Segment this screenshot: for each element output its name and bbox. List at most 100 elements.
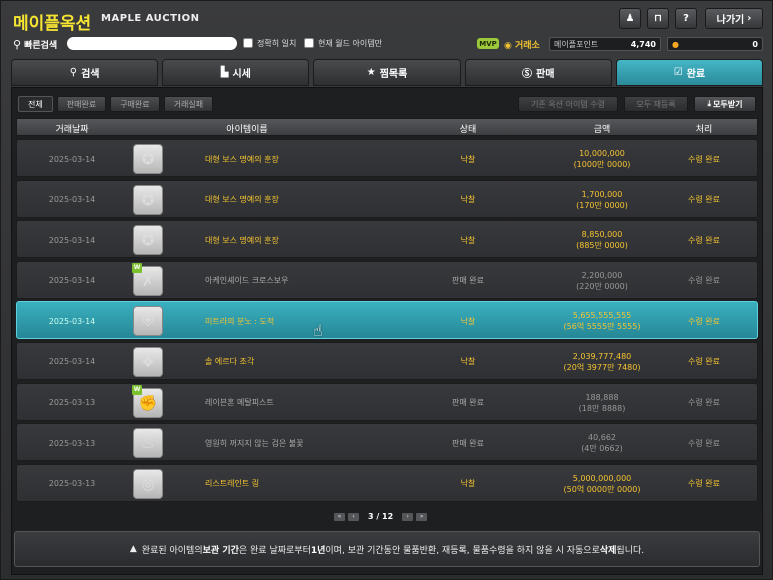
- row-process: 수령 완료: [688, 438, 720, 448]
- table-header: 거래날짜 아이템이름 상태 금액 처리: [16, 118, 758, 136]
- app-title: 메이플옥션: [13, 14, 92, 34]
- quick-search: ⚲ 빠른검색: [13, 37, 57, 51]
- row-process: 수령 완료: [688, 235, 720, 245]
- table-row[interactable]: 2025-03-14 ✪ 대형 보스 명예의 훈장 낙찰 8,850,000 (…: [16, 220, 758, 259]
- action-buttons: 기존 옥션 아이템 수령 모두 재등록 ⤓ 모두받기: [518, 96, 756, 112]
- tab-price[interactable]: ▙ 시세: [162, 59, 310, 86]
- row-item-name: 대형 보스 명예의 훈장: [205, 235, 279, 245]
- row-item-name: 솔 에르다 조각: [205, 357, 255, 367]
- emblem-icon: ⛨: [133, 306, 163, 337]
- search-icon: ⚲: [69, 67, 78, 78]
- question-icon: ?: [683, 13, 689, 24]
- hand-cursor-icon: ☝: [313, 321, 323, 340]
- row-item-name: 영원히 꺼지지 않는 검은 불꽃: [205, 438, 304, 448]
- header-date[interactable]: 거래날짜: [17, 122, 127, 135]
- current-world-label: 현재 월드 아이템만: [318, 39, 382, 48]
- row-date: 2025-03-13: [48, 398, 96, 408]
- row-status: 낙찰: [460, 195, 476, 205]
- w-badge-icon: W: [132, 384, 142, 395]
- mvp-badge: MVP: [477, 38, 499, 49]
- row-date: 2025-03-14: [48, 316, 96, 326]
- pagination: « ‹ 3 / 12 › »: [334, 512, 428, 521]
- row-item-name: 미트라의 분노 : 도적: [205, 316, 275, 326]
- main-tabs: ⚲ 검색 ▙ 시세 ★ 찜목록 Ⓢ 판매 ☑ 완료: [11, 59, 764, 86]
- row-item-name: 레이븐혼 메탈피스트: [205, 398, 274, 408]
- exact-match-checkbox[interactable]: [243, 38, 253, 48]
- tab-sell[interactable]: Ⓢ 판매: [464, 59, 612, 86]
- header-process[interactable]: 처리: [649, 122, 759, 135]
- row-status: 낙찰: [460, 235, 476, 245]
- page-indicator: 3 / 12: [368, 512, 394, 521]
- last-page-button[interactable]: »: [416, 512, 428, 521]
- warning-icon: ▲: [129, 544, 137, 554]
- next-page-button[interactable]: ›: [402, 512, 414, 521]
- medal-icon: ✪: [133, 225, 163, 256]
- row-status: 낙찰: [460, 316, 476, 326]
- tab-search[interactable]: ⚲ 검색: [11, 59, 159, 86]
- row-status: 판매 완료: [452, 276, 484, 286]
- table-row[interactable]: 2025-03-14 ✪ 대형 보스 명예의 훈장 낙찰 1,700,000 (…: [16, 179, 758, 218]
- filter-sold[interactable]: 판매완료: [56, 96, 107, 112]
- filter-all[interactable]: 전체: [18, 96, 53, 112]
- medal-icon: ✪: [133, 184, 163, 215]
- base-option-button[interactable]: 기존 옥션 아이템 수령: [518, 96, 618, 112]
- filter-bought[interactable]: 구매완료: [110, 96, 160, 112]
- meso-icon: ●: [672, 39, 679, 49]
- table-row[interactable]: 2025-03-13 ♨ 영원히 꺼지지 않는 검은 불꽃 판매 완료 40,6…: [16, 423, 758, 462]
- row-process: 수령 완료: [688, 276, 720, 286]
- meso-box: ● 0: [667, 37, 763, 51]
- table-row[interactable]: 2025-03-13 ✊ W 레이븐혼 메탈피스트 판매 완료 188,888 …: [16, 382, 758, 421]
- result-list: 2025-03-14 ✪ 대형 보스 명예의 훈장 낙찰 10,000,000 …: [16, 139, 758, 504]
- row-status: 낙찰: [460, 154, 476, 164]
- row-item-name: 리스트레인트 링: [205, 479, 260, 489]
- table-row[interactable]: 2025-03-14 ⛨ 미트라의 분노 : 도적 낙찰 5,655,555,5…: [16, 301, 758, 340]
- header-item[interactable]: 아이템이름: [167, 122, 327, 135]
- row-item-name: 대형 보스 명예의 훈장: [205, 154, 279, 164]
- completed-panel: 전체 판매완료 구매완료 거래실패 기존 옥션 아이템 수령 모두 재등록 ⤓ …: [11, 87, 763, 575]
- crystal-icon: ❖: [133, 346, 163, 377]
- row-status: 판매 완료: [452, 438, 484, 448]
- filter-failed[interactable]: 거래실패: [163, 96, 214, 112]
- fist-icon: ✊ W: [132, 384, 163, 418]
- tab-wishlist[interactable]: ★ 찜목록: [313, 59, 461, 86]
- receive-all-button[interactable]: ⤓ 모두받기: [694, 96, 756, 112]
- reregister-all-button[interactable]: 모두 재등록: [624, 96, 688, 112]
- header-status[interactable]: 상태: [413, 122, 523, 135]
- chart-icon: ▙: [220, 67, 229, 78]
- search-label: 빠른검색: [24, 40, 58, 51]
- auction-window: 메이플옥션 MAPLE AUCTION ♟ ⊓ ? 나가기 › ⚲ 빠른검색 정…: [0, 0, 773, 580]
- star-icon: ★: [366, 67, 376, 78]
- character-button[interactable]: ♟: [619, 8, 641, 29]
- row-process: 수령 완료: [688, 316, 720, 326]
- ring-icon: ◎: [133, 468, 163, 499]
- storage-button[interactable]: ⊓: [647, 8, 669, 29]
- first-page-button[interactable]: «: [334, 512, 345, 521]
- tab-completed[interactable]: ☑ 완료: [615, 59, 764, 86]
- prev-page-button[interactable]: ‹: [348, 512, 359, 521]
- row-date: 2025-03-14: [48, 357, 96, 367]
- current-world-checkbox[interactable]: [304, 38, 314, 48]
- table-row[interactable]: 2025-03-14 ✗ W 아케인셰이드 크로스보우 판매 완료 2,200,…: [16, 260, 758, 299]
- row-process: 수령 완료: [688, 154, 720, 164]
- table-row[interactable]: 2025-03-14 ✪ 대형 보스 명예의 훈장 낙찰 10,000,000 …: [16, 139, 758, 177]
- help-button[interactable]: ?: [675, 8, 697, 29]
- w-badge-icon: W: [132, 262, 142, 273]
- coin-icon: Ⓢ: [522, 69, 532, 80]
- search-icon: ⚲: [13, 37, 22, 51]
- table-row[interactable]: 2025-03-13 ◎ 리스트레인트 링 낙찰 5,000,000,000 (…: [16, 463, 758, 502]
- row-item-name: 대형 보스 명예의 훈장: [205, 195, 279, 205]
- row-date: 2025-03-14: [48, 195, 96, 205]
- crossbow-icon: ✗ W: [132, 262, 163, 296]
- person-icon: ♟: [625, 13, 635, 24]
- row-status: 낙찰: [460, 479, 476, 489]
- table-row[interactable]: 2025-03-14 ❖ 솔 에르다 조각 낙찰 2,039,777,480 (…: [16, 341, 758, 380]
- row-status: 낙찰: [460, 357, 476, 367]
- search-input[interactable]: [67, 37, 237, 50]
- row-process: 수령 완료: [688, 195, 720, 205]
- row-date: 2025-03-13: [48, 438, 96, 448]
- row-process: 수령 완료: [688, 479, 720, 489]
- coin-icon: ◉: [504, 41, 512, 51]
- exit-button[interactable]: 나가기 ›: [705, 8, 763, 29]
- maple-points-box: 메이플포인트 4,740: [549, 37, 661, 51]
- row-status: 판매 완료: [452, 398, 484, 408]
